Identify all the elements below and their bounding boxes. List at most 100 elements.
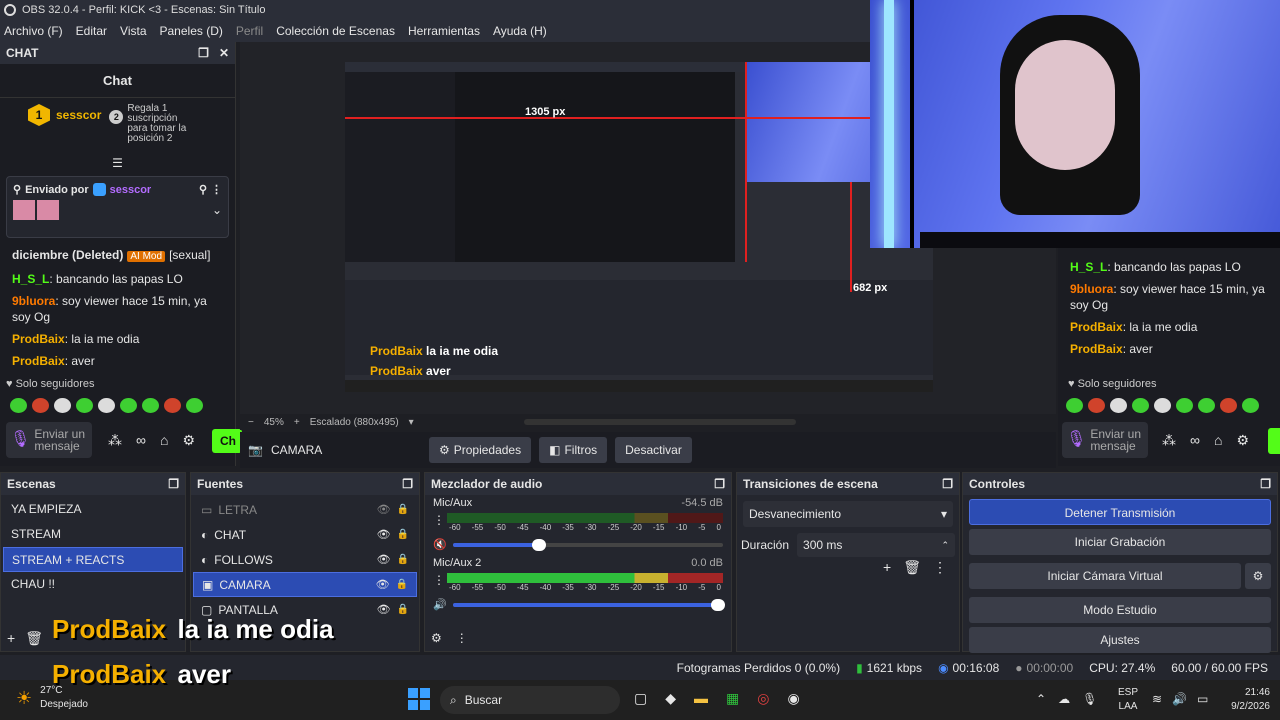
connect-icon[interactable]: ⁂: [1162, 432, 1176, 449]
lock-icon[interactable]: 🔒: [396, 579, 408, 590]
chat-username[interactable]: 9bluora: [1070, 282, 1113, 296]
chat-message[interactable]: ProdBaix: aver: [0, 350, 235, 372]
chat-username[interactable]: H_S_L: [12, 272, 49, 286]
channel-menu-icon[interactable]: ⋮: [433, 573, 445, 587]
right-send-input[interactable]: 🎙 Enviar un mensaje: [1062, 422, 1148, 458]
chat-message[interactable]: ProdBaix: la ia me odia: [0, 328, 235, 350]
emote-icon[interactable]: [1066, 398, 1083, 414]
chat-message[interactable]: H_S_L: bancando las papas LO: [0, 268, 235, 290]
menu-edit[interactable]: Editar: [76, 24, 107, 38]
collapse-icon[interactable]: ☰: [0, 157, 235, 170]
add-scene-icon[interactable]: +: [7, 630, 15, 647]
menu-view[interactable]: Vista: [120, 24, 146, 38]
properties-button[interactable]: ⚙ Propiedades: [428, 437, 532, 463]
task-view-icon[interactable]: ▢: [634, 690, 647, 707]
close-icon[interactable]: ✕: [219, 46, 229, 60]
infinity-icon[interactable]: ∞: [136, 432, 146, 449]
spreadsheet-icon[interactable]: ▦: [726, 690, 739, 707]
emote-icon[interactable]: [10, 398, 27, 414]
emote-icon[interactable]: [76, 398, 93, 414]
undock-icon[interactable]: ❐: [168, 477, 179, 491]
emote-icon[interactable]: [142, 398, 159, 414]
chat-username[interactable]: 9bluora: [12, 294, 55, 308]
scene-item[interactable]: YA EMPIEZA: [3, 497, 183, 522]
infinity-icon[interactable]: ∞: [1190, 432, 1200, 449]
lock-icon[interactable]: 🔒: [397, 504, 409, 515]
connect-icon[interactable]: ⁂: [108, 432, 122, 449]
copilot-icon[interactable]: ◆: [665, 690, 676, 707]
chat-username[interactable]: H_S_L: [1070, 260, 1107, 274]
taskbar-search[interactable]: ⌕ Buscar: [440, 686, 620, 714]
source-item[interactable]: ◐ FOLLOWS 👁 🔒: [193, 547, 417, 572]
studio-mode-button[interactable]: Modo Estudio: [969, 597, 1271, 623]
menu-docks[interactable]: Paneles (D): [160, 24, 223, 38]
emote-icon[interactable]: [1176, 398, 1193, 414]
zoom-out-icon[interactable]: −: [248, 417, 254, 428]
emote-icon[interactable]: [54, 398, 71, 414]
gift-top-user[interactable]: 1 sesscor: [28, 104, 101, 126]
virtual-camera-settings-icon[interactable]: ⚙: [1245, 563, 1271, 589]
visibility-eye-icon[interactable]: 👁: [377, 528, 391, 541]
chrome-icon[interactable]: ◎: [757, 690, 769, 707]
slider-knob[interactable]: [532, 538, 547, 551]
preview-scrollbar[interactable]: [523, 419, 796, 425]
undock-icon[interactable]: ❐: [1260, 477, 1271, 491]
emote-icon[interactable]: [1198, 398, 1215, 414]
volume-slider[interactable]: [453, 538, 723, 551]
menu-file[interactable]: Archivo (F): [4, 24, 63, 38]
chat-username[interactable]: ProdBaix: [1070, 342, 1123, 356]
unpin-icon[interactable]: ⚲: [199, 183, 207, 196]
hidden-eye-icon[interactable]: 👁: [377, 503, 391, 516]
duration-input[interactable]: 300 ms ⌃: [797, 533, 955, 557]
chat-username[interactable]: diciembre (Deleted): [12, 248, 123, 262]
chat-username[interactable]: ProdBaix: [12, 354, 65, 368]
more-icon[interactable]: ⋮: [933, 559, 947, 576]
undock-icon[interactable]: ❐: [942, 477, 953, 491]
chat-message[interactable]: ProdBaix: la ia me odia: [1058, 316, 1280, 338]
undock-icon[interactable]: ❐: [402, 477, 413, 491]
chat-message[interactable]: 9bluora: soy viewer hace 15 min, ya soy …: [1058, 278, 1280, 316]
language-indicator[interactable]: ESP LAA: [1118, 686, 1138, 714]
emote-icon[interactable]: [1110, 398, 1127, 414]
store-icon[interactable]: ⌂: [1214, 432, 1222, 449]
menu-help[interactable]: Ayuda (H): [493, 24, 547, 38]
gear-icon[interactable]: ⚙: [182, 432, 195, 449]
file-explorer-icon[interactable]: ▬: [694, 690, 708, 707]
visibility-eye-icon[interactable]: 👁: [377, 603, 391, 616]
emote-icon[interactable]: [164, 398, 181, 414]
mic-tray-icon[interactable]: 🎙: [1082, 692, 1097, 706]
lock-icon[interactable]: 🔒: [397, 604, 409, 615]
chat-send-input[interactable]: 🎙 Enviar un mensaje: [6, 422, 92, 458]
chevron-up-icon[interactable]: ⌃: [1036, 692, 1046, 706]
emote-icon[interactable]: [1154, 398, 1171, 414]
chat-username[interactable]: ProdBaix: [1070, 320, 1123, 334]
undock-icon[interactable]: ❐: [714, 477, 725, 491]
wifi-icon[interactable]: ≋: [1152, 692, 1162, 706]
start-icon[interactable]: [408, 688, 430, 710]
advanced-audio-icon[interactable]: ⚙: [431, 631, 442, 645]
volume-slider[interactable]: [453, 598, 725, 611]
gear-icon[interactable]: ⚙: [1236, 432, 1249, 449]
cloud-icon[interactable]: ☁: [1058, 692, 1070, 706]
menu-profile[interactable]: Perfil: [236, 24, 263, 38]
emote-icon[interactable]: [1132, 398, 1149, 414]
zoom-in-icon[interactable]: +: [294, 417, 300, 428]
scene-item[interactable]: STREAM + REACTS: [3, 547, 183, 572]
mic-icon[interactable]: 🎙: [1066, 432, 1086, 448]
scale-dropdown-icon[interactable]: ▾: [409, 417, 414, 428]
more-icon[interactable]: ⋮: [456, 631, 468, 645]
pinned-message[interactable]: ⚲ Enviado por sesscor ⚲ ⋮ ⌄: [6, 176, 229, 238]
emote-icon[interactable]: [186, 398, 203, 414]
scene-item[interactable]: STREAM: [3, 522, 183, 547]
emote-icon[interactable]: [1242, 398, 1259, 414]
emote-icon[interactable]: [1088, 398, 1105, 414]
chat-send-button[interactable]: Ch: [212, 429, 242, 453]
stop-streaming-button[interactable]: Detener Transmisión: [969, 499, 1271, 525]
lock-icon[interactable]: 🔒: [397, 529, 409, 540]
emote-icon[interactable]: [98, 398, 115, 414]
settings-button[interactable]: Ajustes: [969, 627, 1271, 653]
add-transition-icon[interactable]: +: [883, 559, 891, 576]
emote-icon[interactable]: [1220, 398, 1237, 414]
visibility-eye-icon[interactable]: 👁: [377, 553, 391, 566]
chat-message[interactable]: 9bluora: soy viewer hace 15 min, ya soy …: [0, 290, 235, 328]
